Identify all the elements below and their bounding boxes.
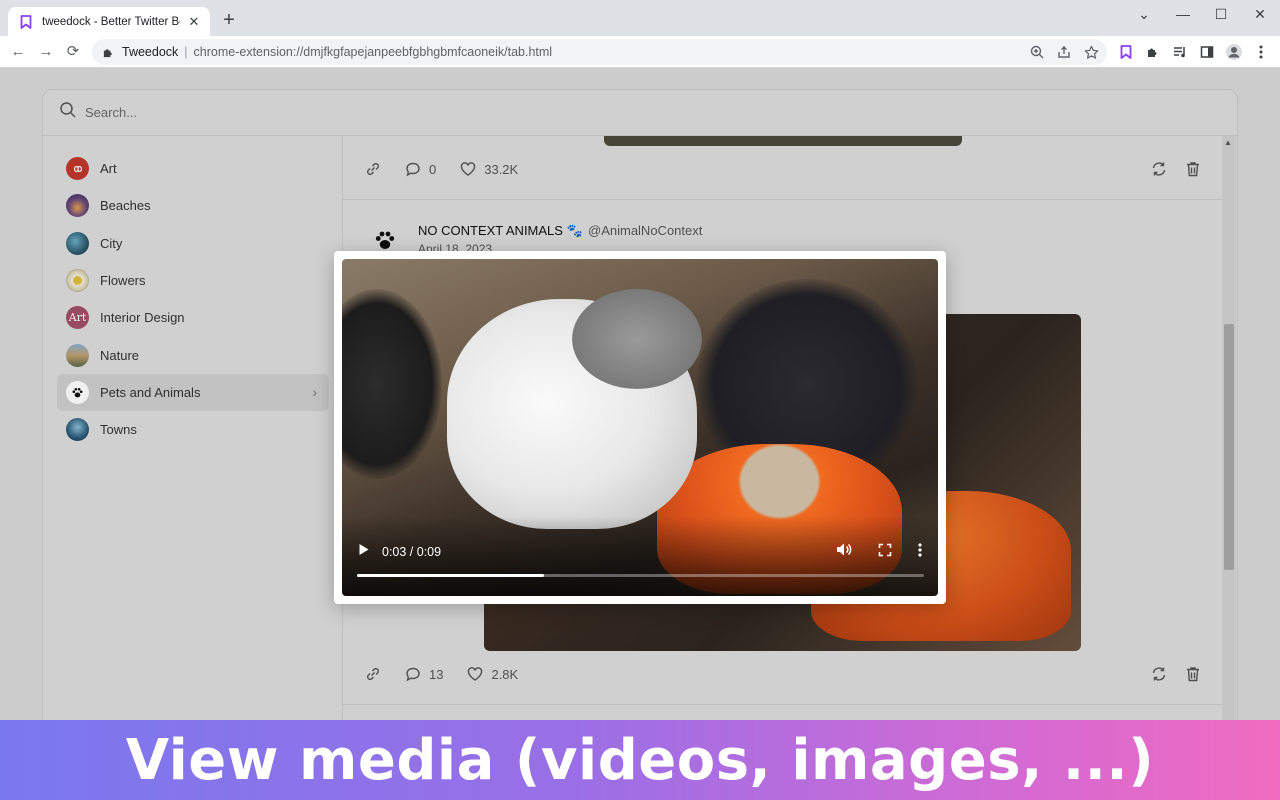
- media-control-icon[interactable]: [1171, 43, 1189, 61]
- minimize-button[interactable]: —: [1171, 6, 1195, 22]
- side-panel-icon[interactable]: [1198, 43, 1216, 61]
- play-icon[interactable]: [358, 543, 370, 561]
- site-name: Tweedock: [122, 45, 179, 59]
- address-bar[interactable]: Tweedock | chrome-extension://dmjfkgfape…: [92, 39, 1107, 65]
- video-controls: 0:03 / 0:09: [342, 542, 938, 562]
- bookmark-icon: [18, 14, 34, 30]
- window-close-button[interactable]: ✕: [1248, 6, 1272, 23]
- video-time: 0:03 / 0:09: [382, 545, 442, 559]
- video-controls-right: [836, 542, 922, 562]
- browser-toolbar: ← → ⟳ Tweedock | chrome-extension://dmjf…: [0, 36, 1280, 68]
- menu-dots-icon[interactable]: [1252, 43, 1270, 61]
- tweedock-extension-icon[interactable]: [1117, 43, 1135, 61]
- video-frame-kitten-head: [572, 289, 702, 389]
- forward-icon[interactable]: →: [36, 42, 56, 62]
- promo-banner: View media (videos, images, ...): [0, 720, 1280, 800]
- volume-icon[interactable]: [836, 542, 852, 562]
- banner-text: View media (videos, images, ...): [125, 727, 1155, 793]
- video-progress-bar[interactable]: [357, 574, 924, 577]
- tab-title: tweedock - Better Twitter Bookm: [42, 15, 180, 28]
- profile-avatar[interactable]: [1225, 43, 1243, 61]
- new-tab-button[interactable]: +: [220, 10, 238, 30]
- url-text: chrome-extension://dmjfkgfapejanpeebfgbh…: [193, 45, 553, 59]
- tab-strip: tweedock - Better Twitter Bookm ✕ + ⌄ — …: [0, 0, 1280, 36]
- video-more-icon[interactable]: [918, 542, 922, 562]
- maximize-button[interactable]: ☐: [1209, 6, 1233, 23]
- star-icon[interactable]: [1082, 43, 1100, 61]
- puzzle-icon: [102, 45, 116, 59]
- back-icon[interactable]: ←: [8, 42, 28, 62]
- video-frame-cat-left: [342, 289, 442, 479]
- fullscreen-icon[interactable]: [878, 543, 892, 562]
- share-icon[interactable]: [1055, 43, 1073, 61]
- extensions-icon[interactable]: [1144, 43, 1162, 61]
- reload-icon[interactable]: ⟳: [63, 42, 83, 62]
- video-player[interactable]: 0:03 / 0:09: [342, 259, 938, 596]
- video-progress-fill: [357, 574, 545, 577]
- tab-search-icon[interactable]: ⌄: [1132, 6, 1156, 23]
- site-separator: |: [184, 45, 188, 59]
- browser-tab[interactable]: tweedock - Better Twitter Bookm ✕: [8, 7, 210, 36]
- zoom-icon[interactable]: [1028, 43, 1046, 61]
- media-viewer-modal: 0:03 / 0:09: [334, 251, 946, 604]
- tab-close-icon[interactable]: ✕: [186, 14, 202, 30]
